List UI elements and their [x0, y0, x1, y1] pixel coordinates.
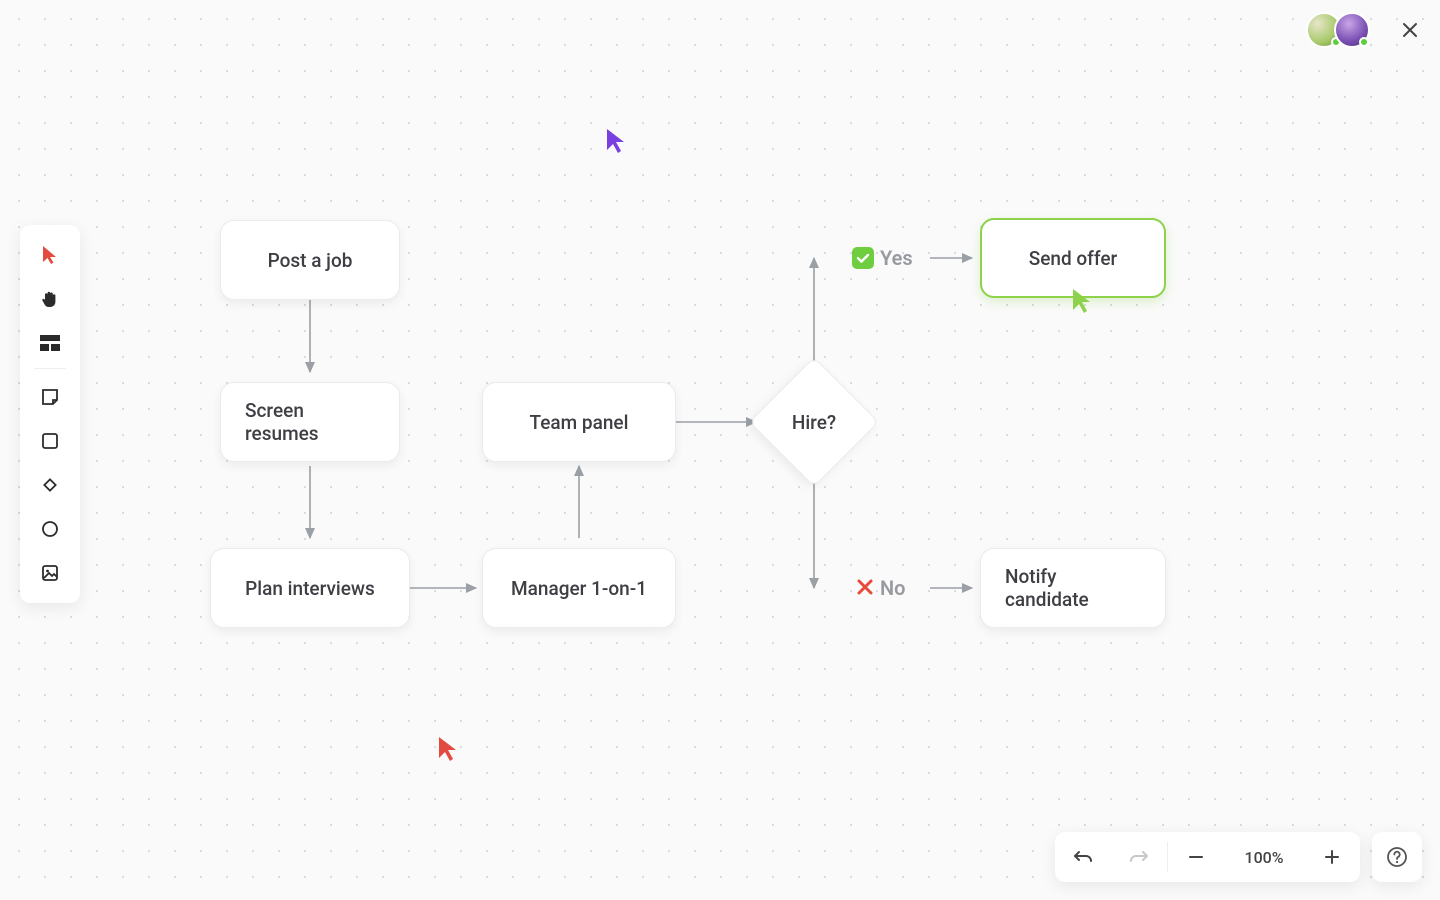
footer: 100%: [1055, 832, 1422, 882]
cross-icon: [856, 578, 874, 599]
remote-cursor-purple: [606, 128, 628, 158]
check-icon: [852, 247, 874, 269]
avatar-collaborator-2[interactable]: [1334, 12, 1370, 48]
ellipse-tool[interactable]: [28, 509, 72, 549]
undo-button[interactable]: [1055, 832, 1111, 882]
decision-no: No: [856, 576, 905, 600]
node-label: Hire?: [792, 411, 836, 434]
node-plan-interviews[interactable]: Plan interviews: [210, 548, 410, 628]
decision-yes-label: Yes: [880, 246, 913, 270]
help-icon: [1386, 846, 1408, 868]
help-button[interactable]: [1372, 832, 1422, 882]
presence-dot-icon: [1359, 37, 1369, 47]
zoom-out-button[interactable]: [1168, 832, 1224, 882]
node-label: Manager 1-on-1: [511, 577, 647, 600]
node-post-a-job[interactable]: Post a job: [220, 220, 400, 300]
node-manager-1on1[interactable]: Manager 1-on-1: [482, 548, 676, 628]
minus-icon: [1188, 849, 1204, 865]
redo-button[interactable]: [1111, 832, 1167, 882]
remote-cursor-red: [438, 736, 460, 766]
zoom-controls: 100%: [1055, 832, 1360, 882]
collaborator-avatars: [1306, 12, 1370, 48]
decision-no-label: No: [880, 576, 905, 600]
pointer-tool[interactable]: [28, 235, 72, 275]
sticky-note-tool[interactable]: [28, 377, 72, 417]
node-label: Plan interviews: [245, 577, 375, 600]
undo-icon: [1073, 849, 1093, 865]
diamond-tool[interactable]: [28, 465, 72, 505]
node-team-panel[interactable]: Team panel: [482, 382, 676, 462]
close-button[interactable]: [1398, 18, 1422, 42]
toolbar: [20, 225, 80, 603]
decision-yes: Yes: [852, 246, 913, 270]
canvas[interactable]: [0, 0, 1440, 900]
zoom-level[interactable]: 100%: [1224, 848, 1304, 867]
remote-cursor-green: [1072, 288, 1094, 318]
node-label: Send offer: [1029, 247, 1118, 270]
node-label: Post a job: [268, 249, 353, 272]
rectangle-tool[interactable]: [28, 421, 72, 461]
hand-tool[interactable]: [28, 279, 72, 319]
node-send-offer[interactable]: Send offer: [980, 218, 1166, 298]
node-notify-candidate[interactable]: Notify candidate: [980, 548, 1166, 628]
node-label: Screen resumes: [245, 399, 375, 445]
topbar: [1306, 12, 1422, 48]
close-icon: [1402, 22, 1418, 38]
zoom-in-button[interactable]: [1304, 832, 1360, 882]
node-label: Notify candidate: [1005, 565, 1141, 611]
plus-icon: [1324, 849, 1340, 865]
image-tool[interactable]: [28, 553, 72, 593]
node-label: Team panel: [530, 411, 629, 434]
node-screen-resumes[interactable]: Screen resumes: [220, 382, 400, 462]
section-tool[interactable]: [28, 323, 72, 363]
redo-icon: [1129, 849, 1149, 865]
node-hire-decision[interactable]: Hire?: [768, 376, 860, 468]
